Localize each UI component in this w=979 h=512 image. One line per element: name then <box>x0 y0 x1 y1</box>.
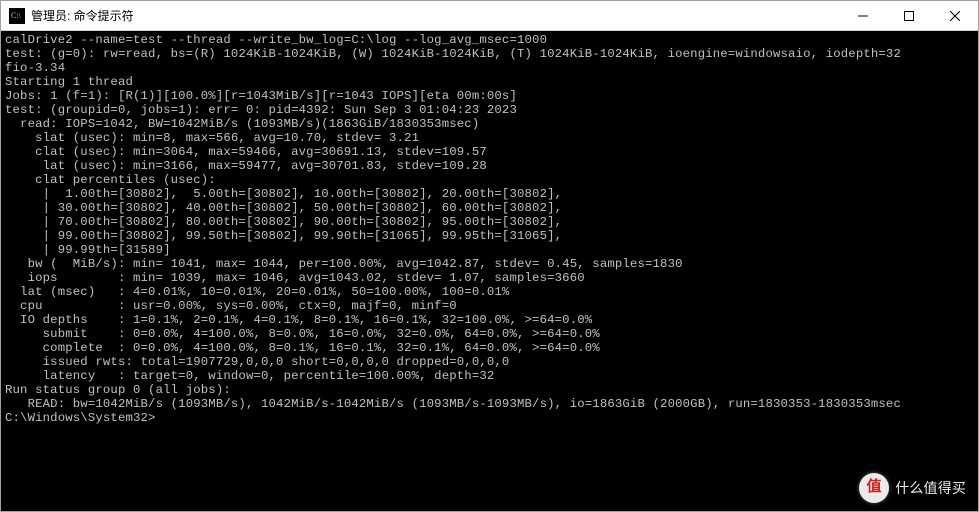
terminal-line: submit : 0=0.0%, 4=100.0%, 8=0.0%, 16=0.… <box>5 327 974 341</box>
terminal-line: issued rwts: total=1907729,0,0,0 short=0… <box>5 355 974 369</box>
terminal-line: iops : min= 1039, max= 1046, avg=1043.02… <box>5 271 974 285</box>
terminal-line: clat (usec): min=3064, max=59466, avg=30… <box>5 145 974 159</box>
terminal-line: cpu : usr=0.00%, sys=0.00%, ctx=0, majf=… <box>5 299 974 313</box>
terminal-line: complete : 0=0.0%, 4=100.0%, 8=0.1%, 16=… <box>5 341 974 355</box>
terminal-line: Jobs: 1 (f=1): [R(1)][100.0%][r=1043MiB/… <box>5 89 974 103</box>
terminal-line: slat (usec): min=8, max=566, avg=10.70, … <box>5 131 974 145</box>
minimize-button[interactable] <box>840 1 886 30</box>
terminal-line: latency : target=0, window=0, percentile… <box>5 369 974 383</box>
terminal-line: | 30.00th=[30802], 40.00th=[30802], 50.0… <box>5 201 974 215</box>
terminal-line: lat (usec): min=3166, max=59477, avg=307… <box>5 159 974 173</box>
close-button[interactable] <box>932 1 978 30</box>
terminal-output[interactable]: calDrive2 --name=test --thread --write_b… <box>1 31 978 511</box>
window-frame: C:\ 管理员: 命令提示符 calDrive2 --name=test --t… <box>0 0 979 512</box>
terminal-line: read: IOPS=1042, BW=1042MiB/s (1093MB/s)… <box>5 117 974 131</box>
terminal-line: fio-3.34 <box>5 61 974 75</box>
terminal-line: | 70.00th=[30802], 80.00th=[30802], 90.0… <box>5 215 974 229</box>
watermark-badge-icon: 值 <box>859 473 889 503</box>
svg-text:C:\: C:\ <box>11 11 22 20</box>
terminal-prompt[interactable]: C:\Windows\System32> <box>5 411 156 425</box>
terminal-line: test: (groupid=0, jobs=1): err= 0: pid=4… <box>5 103 974 117</box>
titlebar[interactable]: C:\ 管理员: 命令提示符 <box>1 1 978 31</box>
terminal-line: clat percentiles (usec): <box>5 173 974 187</box>
terminal-line: Starting 1 thread <box>5 75 974 89</box>
terminal-line: test: (g=0): rw=read, bs=(R) 1024KiB-102… <box>5 47 974 61</box>
terminal-line: bw ( MiB/s): min= 1041, max= 1044, per=1… <box>5 257 974 271</box>
watermark-text: 什么值得买 <box>895 481 966 495</box>
cmd-icon: C:\ <box>9 8 25 24</box>
window-title: 管理员: 命令提示符 <box>31 7 134 24</box>
terminal-line: | 1.00th=[30802], 5.00th=[30802], 10.00t… <box>5 187 974 201</box>
terminal-line: calDrive2 --name=test --thread --write_b… <box>5 33 974 47</box>
terminal-line: | 99.99th=[31589] <box>5 243 974 257</box>
watermark: 值 什么值得买 <box>859 473 966 503</box>
terminal-line: IO depths : 1=0.1%, 2=0.1%, 4=0.1%, 8=0.… <box>5 313 974 327</box>
terminal-line: Run status group 0 (all jobs): <box>5 383 974 397</box>
terminal-line: lat (msec) : 4=0.01%, 10=0.01%, 20=0.01%… <box>5 285 974 299</box>
terminal-line: | 99.00th=[30802], 99.50th=[30802], 99.9… <box>5 229 974 243</box>
maximize-button[interactable] <box>886 1 932 30</box>
window-controls <box>840 1 978 30</box>
terminal-line: READ: bw=1042MiB/s (1093MB/s), 1042MiB/s… <box>5 397 974 411</box>
